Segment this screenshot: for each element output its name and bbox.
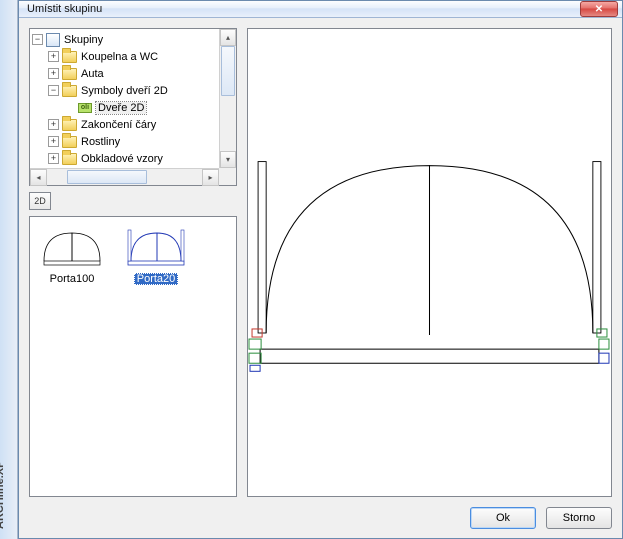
client-area: − Skupiny + Koupelna a WC bbox=[19, 18, 622, 539]
window-title: Umístit skupinu bbox=[27, 3, 580, 15]
tree-panel: − Skupiny + Koupelna a WC bbox=[29, 28, 237, 186]
tree-item-selected[interactable]: oli Dveře 2D bbox=[32, 99, 219, 116]
tree-item[interactable]: + Koupelna a WC bbox=[32, 48, 219, 65]
tree-item-label: Dveře 2D bbox=[96, 102, 146, 114]
thumbnail-porta100[interactable]: Porta100 bbox=[40, 227, 104, 285]
titlebar[interactable]: Umístit skupinu ✕ bbox=[19, 1, 622, 18]
thumbnail-label: Porta100 bbox=[50, 273, 95, 285]
tree-root-label: Skupiny bbox=[64, 34, 103, 46]
tree-body[interactable]: − Skupiny + Koupelna a WC bbox=[32, 31, 219, 168]
folder-icon bbox=[62, 136, 77, 148]
tree-item-label: Koupelna a WC bbox=[81, 51, 158, 63]
tree-item[interactable]: + Obkladové vzory bbox=[32, 150, 219, 167]
thumbnail-porta20[interactable]: Porta20 bbox=[124, 227, 188, 285]
tree-item-label: Auta bbox=[81, 68, 104, 80]
thumbnail-panel: Porta100 Porta20 bbox=[29, 216, 237, 497]
tree-item[interactable]: + Zakončení čáry bbox=[32, 116, 219, 133]
dialog-button-row: Ok Storno bbox=[29, 497, 612, 529]
expand-icon[interactable]: + bbox=[48, 119, 59, 130]
preview-panel[interactable] bbox=[247, 28, 612, 497]
app-side-strip bbox=[0, 0, 18, 539]
tree-item-label: Rostliny bbox=[81, 136, 120, 148]
tree-item-label: Symboly dveří 2D bbox=[81, 85, 168, 97]
tree-vertical-scrollbar[interactable]: ▴ ▾ bbox=[219, 29, 236, 168]
leaf-icon: oli bbox=[78, 103, 92, 113]
thumbnail-label-selected: Porta20 bbox=[134, 273, 179, 285]
close-icon: ✕ bbox=[595, 4, 603, 15]
close-button[interactable]: ✕ bbox=[580, 1, 618, 17]
expand-icon[interactable]: + bbox=[48, 68, 59, 79]
folder-icon bbox=[62, 51, 77, 63]
expand-icon[interactable]: + bbox=[48, 136, 59, 147]
collapse-icon[interactable]: − bbox=[32, 34, 43, 45]
tree-item-label: Obkladové vzory bbox=[81, 153, 163, 165]
scroll-right-icon[interactable]: ▸ bbox=[202, 169, 219, 186]
tab-2d[interactable]: 2D bbox=[29, 192, 51, 210]
ok-button[interactable]: Ok bbox=[470, 507, 536, 529]
tree-item[interactable]: + Rostliny bbox=[32, 133, 219, 150]
scroll-left-icon[interactable]: ◂ bbox=[30, 169, 47, 186]
tree-root[interactable]: − Skupiny bbox=[32, 31, 219, 48]
folder-icon bbox=[62, 153, 77, 165]
tree-item[interactable]: + Auta bbox=[32, 65, 219, 82]
group-root-icon bbox=[46, 33, 60, 47]
door-preview-icon bbox=[248, 29, 611, 496]
scroll-thumb[interactable] bbox=[67, 170, 147, 184]
folder-icon bbox=[62, 85, 77, 97]
expand-icon[interactable]: + bbox=[48, 153, 59, 164]
tree-item[interactable]: − Symboly dveří 2D bbox=[32, 82, 219, 99]
folder-icon bbox=[62, 68, 77, 80]
scroll-up-icon[interactable]: ▴ bbox=[220, 29, 236, 46]
door-symbol-icon bbox=[127, 227, 185, 267]
tree-item-label: Zakončení čáry bbox=[81, 119, 156, 131]
expand-icon[interactable]: + bbox=[48, 51, 59, 62]
cancel-button[interactable]: Storno bbox=[546, 507, 612, 529]
tree-horizontal-scrollbar[interactable]: ◂ ▸ bbox=[30, 168, 219, 185]
scroll-down-icon[interactable]: ▾ bbox=[220, 151, 236, 168]
door-symbol-icon bbox=[43, 227, 101, 267]
folder-icon bbox=[62, 119, 77, 131]
collapse-icon[interactable]: − bbox=[48, 85, 59, 96]
brand-label: ARCHline.XP bbox=[0, 461, 6, 529]
scroll-thumb[interactable] bbox=[221, 46, 235, 96]
dialog-window: Umístit skupinu ✕ − Skupiny bbox=[18, 0, 623, 539]
